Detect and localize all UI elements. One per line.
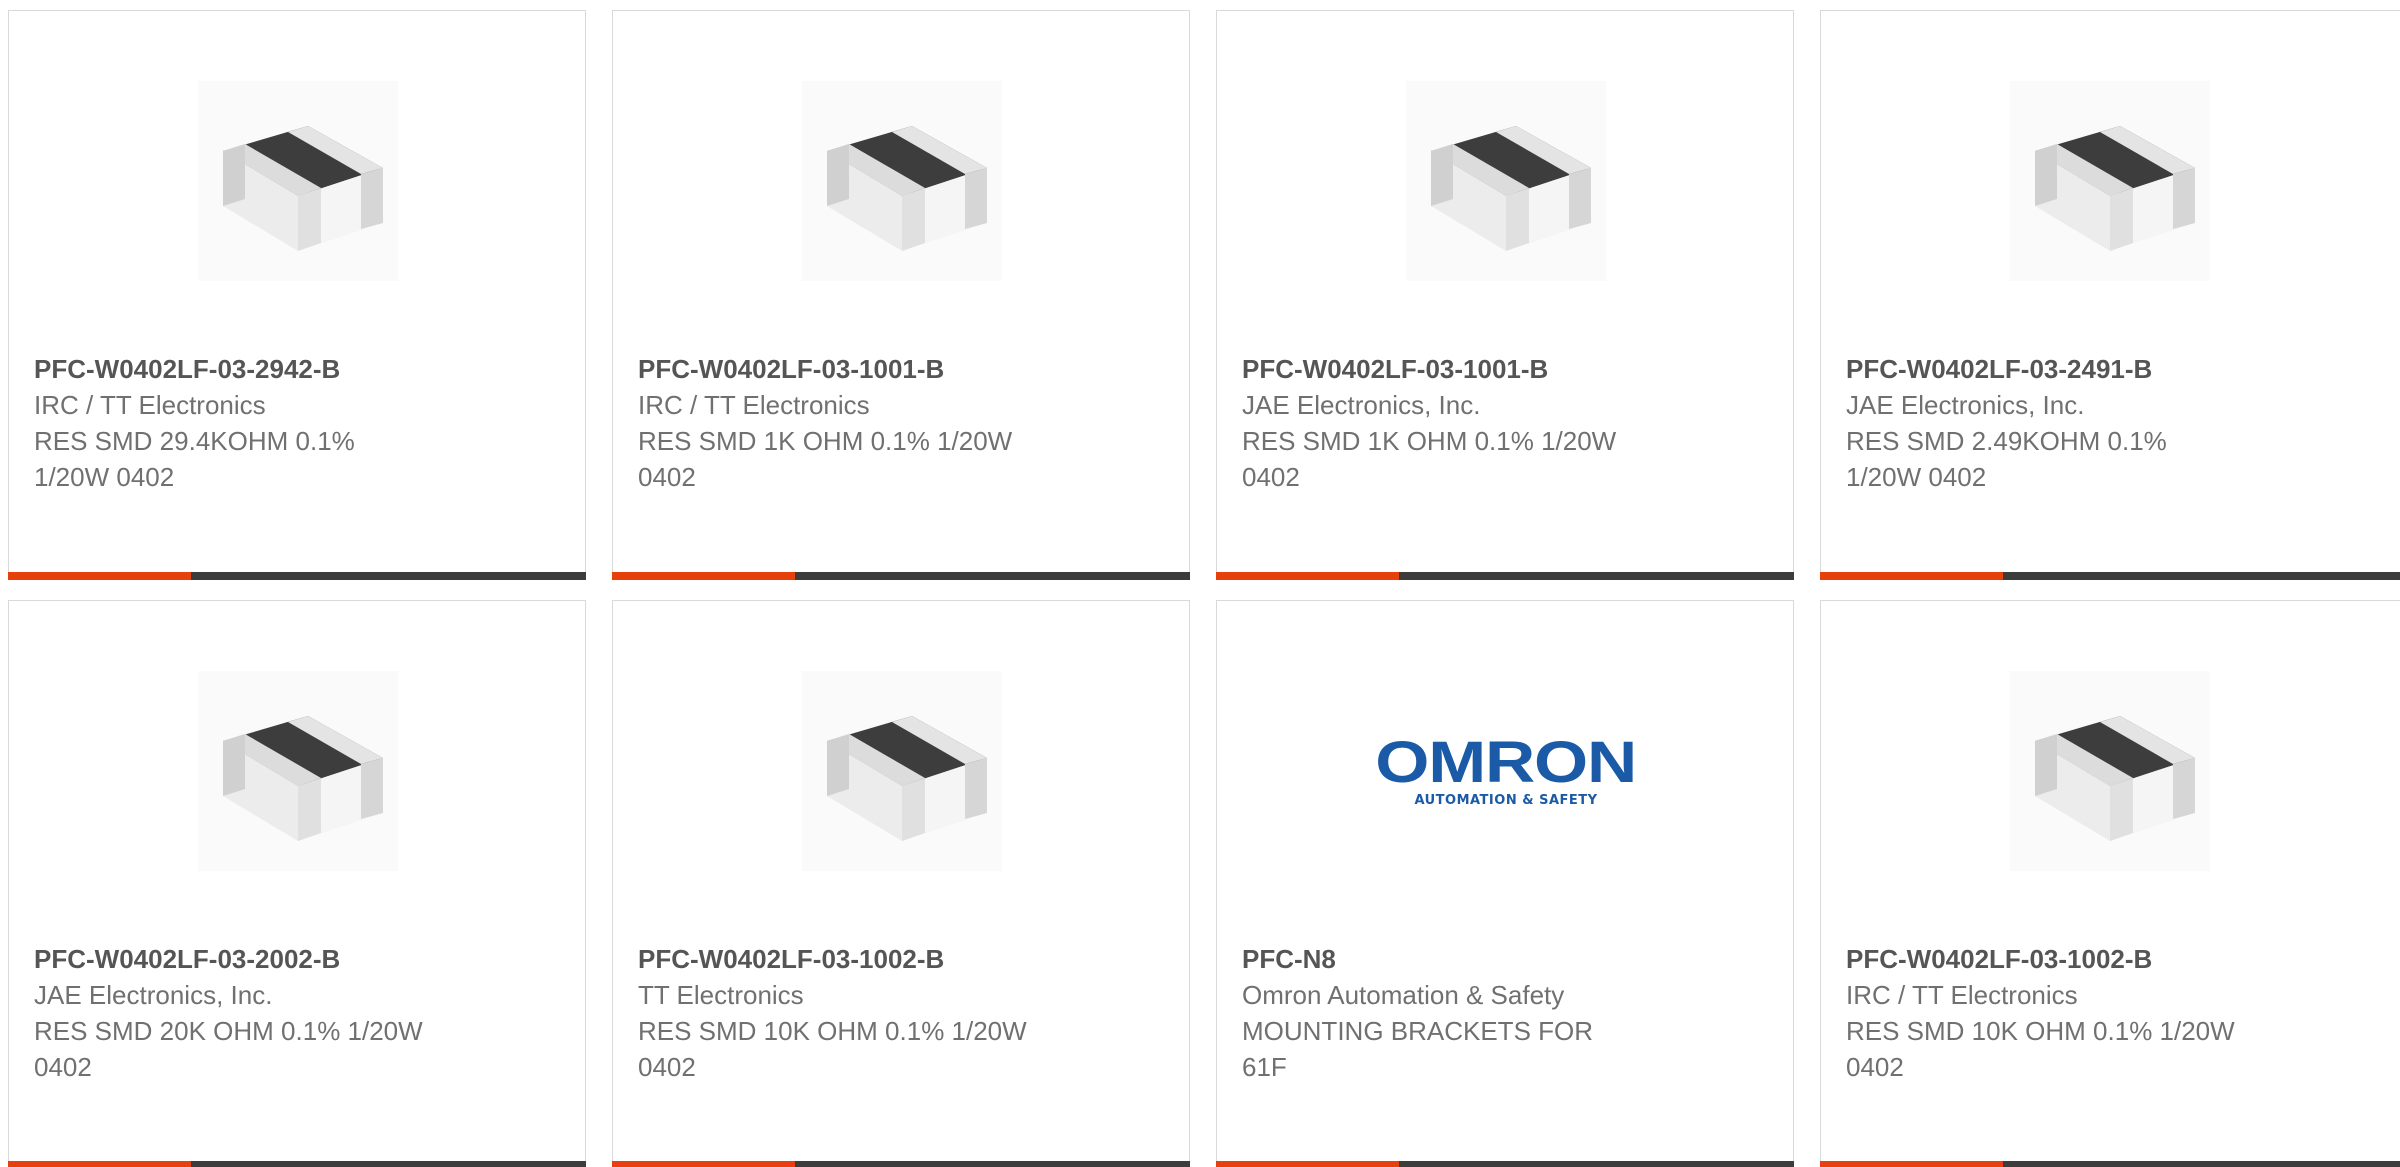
description-line-1: RES SMD 20K OHM 0.1% 1/20W [34, 1016, 423, 1046]
omron-logo-wordmark: OMRON [1375, 729, 1638, 795]
card-bottom-bar [612, 1161, 1190, 1167]
description-line-2: 1/20W 0402 [34, 462, 175, 492]
manufacturer: JAE Electronics, Inc. [34, 980, 273, 1010]
card-bottom-bar [1216, 572, 1794, 580]
card-bottom-bar [1216, 1161, 1794, 1167]
product-card[interactable]: OMRON AUTOMATION & SAFETY PFC-N8 Omron A… [1216, 600, 1794, 1167]
description-line-1: RES SMD 29.4KOHM 0.1% [34, 426, 355, 456]
omron-logo-subtitle: AUTOMATION & SAFETY [1414, 792, 1598, 808]
product-card[interactable]: PFC-W0402LF-03-1002-B IRC / TT Electroni… [1820, 600, 2400, 1167]
manufacturer: Omron Automation & Safety [1242, 980, 1565, 1010]
product-text: PFC-W0402LF-03-2942-B IRC / TT Electroni… [34, 351, 494, 495]
part-number[interactable]: PFC-W0402LF-03-1001-B [638, 351, 1098, 387]
card-accent-bar [612, 1161, 795, 1167]
product-image[interactable] [198, 81, 398, 281]
product-image[interactable]: OMRON AUTOMATION & SAFETY [1376, 671, 1638, 871]
part-number[interactable]: PFC-W0402LF-03-1001-B [1242, 351, 1702, 387]
smd-resistor-icon [2035, 716, 2195, 841]
manufacturer: IRC / TT Electronics [638, 390, 870, 420]
product-image[interactable] [2010, 81, 2210, 281]
description-line-2: 0402 [1846, 1052, 1904, 1082]
smd-resistor-icon [827, 126, 987, 251]
card-accent-bar [612, 572, 795, 580]
description-line-2: 0402 [1242, 462, 1300, 492]
product-card[interactable]: PFC-W0402LF-03-1002-B TT Electronics RES… [612, 600, 1190, 1167]
description-line-1: RES SMD 1K OHM 0.1% 1/20W [1242, 426, 1617, 456]
part-number[interactable]: PFC-W0402LF-03-2942-B [34, 351, 494, 387]
card-bottom-bar [8, 1161, 586, 1167]
part-number[interactable]: PFC-W0402LF-03-2002-B [34, 941, 494, 977]
product-image[interactable] [802, 81, 1002, 281]
product-image[interactable] [802, 671, 1002, 871]
product-text: PFC-W0402LF-03-1001-B IRC / TT Electroni… [638, 351, 1098, 495]
product-text: PFC-W0402LF-03-1002-B TT Electronics RES… [638, 941, 1098, 1085]
product-grid: PFC-W0402LF-03-2942-B IRC / TT Electroni… [0, 0, 2400, 1167]
manufacturer: JAE Electronics, Inc. [1846, 390, 2085, 420]
part-number[interactable]: PFC-N8 [1242, 941, 1702, 977]
description-line-2: 1/20W 0402 [1846, 462, 1987, 492]
product-text: PFC-W0402LF-03-2491-B JAE Electronics, I… [1846, 351, 2306, 495]
product-image[interactable] [198, 671, 398, 871]
card-accent-bar [8, 572, 191, 580]
card-bottom-bar [1820, 1161, 2400, 1167]
smd-resistor-icon [1431, 126, 1591, 251]
product-image[interactable] [1406, 81, 1606, 281]
product-card[interactable]: PFC-W0402LF-03-2491-B JAE Electronics, I… [1820, 10, 2400, 580]
description-line-2: 0402 [638, 1052, 696, 1082]
product-text: PFC-W0402LF-03-2002-B JAE Electronics, I… [34, 941, 494, 1085]
description-line-1: RES SMD 10K OHM 0.1% 1/20W [638, 1016, 1027, 1046]
description-line-1: RES SMD 10K OHM 0.1% 1/20W [1846, 1016, 2235, 1046]
manufacturer: TT Electronics [638, 980, 804, 1010]
description-line-1: MOUNTING BRACKETS FOR [1242, 1016, 1594, 1046]
card-bottom-bar [8, 572, 586, 580]
smd-resistor-icon [223, 126, 383, 251]
smd-resistor-icon [2035, 126, 2195, 251]
manufacturer: IRC / TT Electronics [34, 390, 266, 420]
omron-logo: OMRON AUTOMATION & SAFETY [1376, 671, 1638, 871]
product-card[interactable]: PFC-W0402LF-03-2002-B JAE Electronics, I… [8, 600, 586, 1167]
product-card[interactable]: PFC-W0402LF-03-1001-B JAE Electronics, I… [1216, 10, 1794, 580]
product-card[interactable]: PFC-W0402LF-03-1001-B IRC / TT Electroni… [612, 10, 1190, 580]
smd-resistor-icon [223, 716, 383, 841]
part-number[interactable]: PFC-W0402LF-03-1002-B [1846, 941, 2306, 977]
card-accent-bar [8, 1161, 191, 1167]
card-accent-bar [1216, 1161, 1399, 1167]
manufacturer: JAE Electronics, Inc. [1242, 390, 1481, 420]
description-line-1: RES SMD 1K OHM 0.1% 1/20W [638, 426, 1013, 456]
part-number[interactable]: PFC-W0402LF-03-2491-B [1846, 351, 2306, 387]
description-line-1: RES SMD 2.49KOHM 0.1% [1846, 426, 2167, 456]
product-image[interactable] [2010, 671, 2210, 871]
card-accent-bar [1820, 572, 2003, 580]
manufacturer: IRC / TT Electronics [1846, 980, 2078, 1010]
product-text: PFC-W0402LF-03-1002-B IRC / TT Electroni… [1846, 941, 2306, 1085]
card-bottom-bar [1820, 572, 2400, 580]
product-text: PFC-N8 Omron Automation & Safety MOUNTIN… [1242, 941, 1702, 1085]
description-line-2: 0402 [638, 462, 696, 492]
part-number[interactable]: PFC-W0402LF-03-1002-B [638, 941, 1098, 977]
product-card[interactable]: PFC-W0402LF-03-2942-B IRC / TT Electroni… [8, 10, 586, 580]
card-accent-bar [1820, 1161, 2003, 1167]
description-line-2: 61F [1242, 1052, 1287, 1082]
card-accent-bar [1216, 572, 1399, 580]
product-text: PFC-W0402LF-03-1001-B JAE Electronics, I… [1242, 351, 1702, 495]
card-bottom-bar [612, 572, 1190, 580]
description-line-2: 0402 [34, 1052, 92, 1082]
smd-resistor-icon [827, 716, 987, 841]
